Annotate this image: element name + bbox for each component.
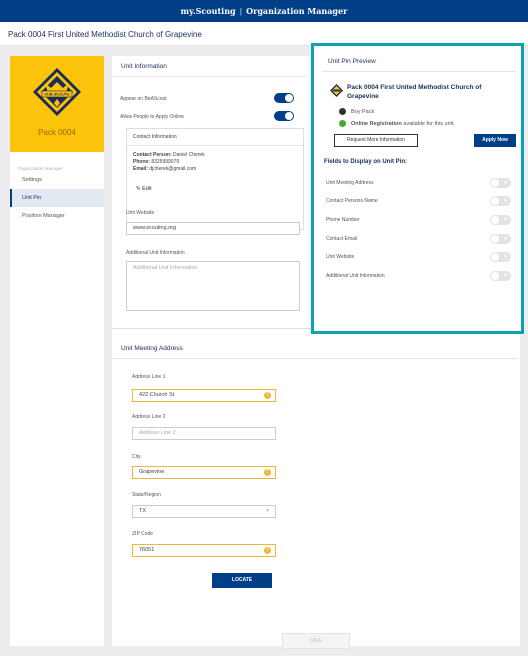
contact-information-title: Contact Information bbox=[127, 129, 303, 146]
appear-on-beascout-toggle[interactable] bbox=[274, 93, 294, 103]
apply-online-toggle[interactable] bbox=[274, 111, 294, 121]
toggle-meeting-address[interactable] bbox=[490, 178, 511, 188]
edit-label: Edit bbox=[142, 186, 152, 192]
city-warning-icon: ! bbox=[264, 469, 271, 476]
email-line: Email: djcherek@gmail.com bbox=[127, 166, 303, 173]
zip-warning-icon: ! bbox=[264, 547, 271, 554]
appear-on-beascout-label: Appear on BeAScout bbox=[120, 96, 167, 102]
unit-logo-box: CUB SCOUTS Pack 0004 bbox=[10, 56, 104, 152]
contact-person-value: Daniel Cherek bbox=[173, 152, 205, 158]
unit-pin-preview-card: Unit Pin Preview Pack 0004 First United … bbox=[322, 54, 516, 326]
unit-type-label: Boy Pack bbox=[351, 109, 375, 115]
green-dot-icon bbox=[339, 120, 346, 127]
unit-meeting-address-title: Unit Meeting Address bbox=[112, 338, 518, 359]
online-registration-rest: available for this unit. bbox=[403, 121, 455, 127]
toggle-phone-number[interactable] bbox=[490, 215, 511, 225]
city-label: City bbox=[132, 454, 141, 460]
field-label-contact-email: Contact Email bbox=[326, 236, 358, 242]
save-button[interactable]: SAVE bbox=[282, 633, 350, 649]
contact-person-label: Contact Person: bbox=[133, 152, 172, 158]
phone-label: Phone: bbox=[133, 159, 150, 165]
unit-website-input[interactable]: www.scouting.org bbox=[126, 222, 300, 235]
apply-online-label: Allow People to Apply Online bbox=[120, 114, 184, 120]
sidebar-item-position-manager[interactable]: Position Manager bbox=[10, 207, 104, 225]
city-input[interactable]: Grapevine bbox=[132, 466, 276, 479]
toggle-contact-name[interactable] bbox=[490, 196, 511, 206]
unit-information-section: Unit Information Appear on BeAScout Allo… bbox=[112, 56, 312, 326]
address-line1-label: Address Line 1 bbox=[132, 374, 166, 380]
unit-pin-preview-title: Unit Pin Preview bbox=[322, 54, 515, 72]
phone-value: 8325999079 bbox=[151, 159, 180, 165]
email-value: djcherek@gmail.com bbox=[149, 166, 197, 172]
sidebar-item-settings[interactable]: Settings bbox=[10, 171, 104, 189]
address-line1-input[interactable]: 422 Church St bbox=[132, 389, 276, 402]
request-more-information-button[interactable]: Request More Information bbox=[334, 134, 418, 147]
state-select-value: TX bbox=[139, 508, 147, 514]
online-registration-text: Online Registration available for this u… bbox=[351, 121, 455, 127]
field-label-contact-name: Contact Persons Name bbox=[326, 198, 378, 204]
field-label-phone-number: Phone Number bbox=[326, 217, 360, 223]
locate-button[interactable]: LOCATE bbox=[212, 573, 272, 588]
field-label-additional-info: Additional Unit Information bbox=[326, 273, 385, 279]
toggle-unit-website[interactable] bbox=[490, 252, 511, 262]
app-name: Organization Manager bbox=[246, 6, 348, 16]
field-label-unit-website: Unit Website bbox=[326, 254, 355, 260]
unit-information-title: Unit Information bbox=[112, 56, 306, 77]
brand-separator: | bbox=[239, 7, 242, 16]
preview-unit-name: Pack 0004 First United Methodist Church … bbox=[347, 84, 482, 100]
contact-person-line: Contact Person: Daniel Cherek bbox=[127, 152, 303, 159]
state-label: State/Region bbox=[132, 492, 161, 498]
online-registration-bold: Online Registration bbox=[351, 121, 402, 127]
brand-logo[interactable]: my.Scouting bbox=[181, 6, 236, 16]
email-label: Email: bbox=[133, 166, 149, 172]
additional-info-label: Additional Unit Information bbox=[126, 250, 185, 256]
zip-input[interactable]: 76051 bbox=[132, 544, 276, 557]
address-line1-warning-icon: ! bbox=[264, 392, 271, 399]
address-line2-label: Address Line 2 bbox=[132, 414, 166, 420]
address-line2-input[interactable]: Address Line 2 bbox=[132, 427, 276, 440]
zip-label: ZIP Code bbox=[132, 531, 154, 537]
cub-scouts-small-icon bbox=[330, 84, 343, 97]
cub-scouts-logo-icon: CUB SCOUTS bbox=[33, 68, 81, 116]
sidebar: CUB SCOUTS Pack 0004 Organization Manage… bbox=[10, 56, 104, 646]
unit-name-label: Pack 0004 bbox=[38, 128, 76, 137]
dark-dot-icon bbox=[339, 108, 346, 115]
fields-to-display-title: Fields to Display on Unit Pin: bbox=[324, 159, 408, 165]
additional-info-textarea[interactable]: Additional Unit Information bbox=[126, 261, 300, 311]
sidebar-item-unit-pin[interactable]: Unit Pin bbox=[10, 189, 104, 207]
top-navigation-bar: my.Scouting | Organization Manager bbox=[0, 0, 528, 22]
toggle-additional-info[interactable] bbox=[490, 271, 511, 281]
toggle-contact-email[interactable] bbox=[490, 234, 511, 244]
unit-pin-preview-panel: Unit Pin Preview Pack 0004 First United … bbox=[311, 43, 524, 334]
state-select[interactable]: TX ▾ bbox=[132, 505, 276, 518]
phone-line: Phone: 8325999079 bbox=[127, 159, 303, 166]
apply-now-button[interactable]: Apply Now bbox=[474, 134, 516, 147]
field-label-meeting-address: Unit Meeting Address bbox=[326, 180, 374, 186]
unit-website-label: Unit Website bbox=[126, 210, 155, 216]
chevron-down-icon: ▾ bbox=[266, 508, 269, 514]
edit-contact-link[interactable]: ✎ Edit bbox=[136, 186, 152, 192]
pencil-icon: ✎ bbox=[136, 186, 141, 192]
cub-scouts-logo-text: CUB SCOUTS bbox=[44, 93, 70, 97]
